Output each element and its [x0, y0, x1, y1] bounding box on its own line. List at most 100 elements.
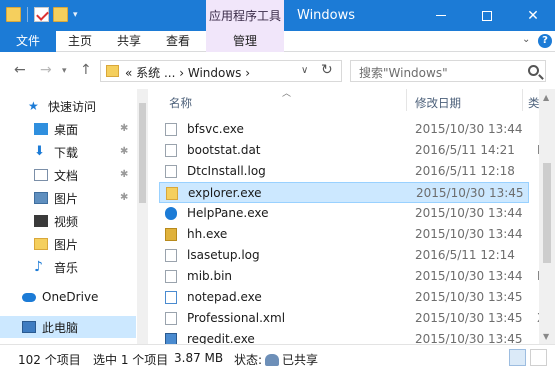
search-icon[interactable] [528, 65, 539, 76]
contextual-tab-title: 应用程序工具 [206, 0, 284, 31]
column-header-name[interactable]: 名称 [169, 95, 192, 111]
table-row[interactable]: notepad.exe 2015/10/30 13:45 [159, 287, 529, 308]
sidebar-item-desktop[interactable]: 桌面 ✱ [0, 118, 136, 140]
sidebar-item-quick-access[interactable]: ★ 快速访问 [0, 95, 136, 117]
sidebar-item-pictures-folder[interactable]: 图片 [0, 233, 136, 255]
up-icon[interactable]: ↑ [80, 62, 92, 78]
file-name: lsasetup.log [187, 248, 260, 262]
table-row[interactable]: HelpPane.exe 2015/10/30 13:44 [159, 203, 529, 224]
address-bar[interactable]: « 系统 ... › Windows › ∨ ↻ [100, 60, 342, 82]
share-status-value: 已共享 [282, 353, 319, 367]
sidebar-item-label: 音乐 [54, 260, 79, 275]
pin-icon[interactable]: ✱ [120, 123, 128, 134]
scroll-down-icon[interactable]: ▼ [543, 332, 549, 341]
scroll-up-icon[interactable]: ▲ [543, 93, 549, 102]
file-list-scrollbar[interactable]: ▲ ▼ [539, 89, 555, 344]
minimize-button[interactable] [418, 0, 464, 31]
sidebar-item-label: OneDrive [42, 290, 99, 304]
column-header-date[interactable]: 修改日期 [415, 95, 461, 111]
table-row[interactable]: hh.exe 2015/10/30 13:44 [159, 224, 529, 245]
help-viewer-icon [165, 228, 177, 241]
tab-share[interactable]: 共享 [109, 31, 149, 52]
search-input[interactable]: 搜索"Windows" [359, 64, 448, 81]
ribbon-expand-icon[interactable]: ⌄ [522, 34, 530, 45]
file-name: regedit.exe [187, 332, 255, 344]
column-header-type[interactable]: 类 [528, 95, 540, 111]
table-row[interactable]: explorer.exe 2015/10/30 13:45 [159, 182, 529, 203]
sidebar-item-documents[interactable]: 文档 ✱ [0, 164, 136, 186]
table-row[interactable]: bootstat.dat 2016/5/11 14:21 D [159, 140, 546, 161]
video-icon [34, 215, 48, 227]
file-icon [165, 270, 177, 283]
sidebar-item-label: 桌面 [54, 122, 79, 137]
file-icon [165, 144, 177, 157]
tab-file[interactable]: 文件 [0, 31, 56, 52]
minimize-icon [436, 15, 446, 16]
tab-view[interactable]: 查看 [158, 31, 198, 52]
chevron-down-icon[interactable]: ∨ [301, 65, 308, 76]
sidebar-item-label: 视频 [54, 214, 79, 229]
tab-home[interactable]: 主页 [60, 31, 100, 52]
table-row[interactable]: regedit.exe 2015/10/30 13:45 [159, 329, 529, 344]
navigation-bar: ← → ▾ ↑ « 系统 ... › Windows › ∨ ↻ 搜索"Wind… [0, 52, 555, 89]
new-folder-icon[interactable] [53, 7, 68, 22]
sidebar-item-label: 图片 [54, 237, 79, 252]
help-icon [165, 207, 177, 220]
pin-icon[interactable]: ✱ [120, 146, 128, 157]
sidebar-item-downloads[interactable]: ⬇ 下载 ✱ [0, 141, 136, 163]
close-icon: ✕ [527, 7, 539, 24]
table-row[interactable]: mib.bin 2015/10/30 13:44 B [159, 266, 545, 287]
back-icon[interactable]: ← [14, 62, 26, 78]
sidebar-item-videos[interactable]: 视频 [0, 210, 136, 232]
tab-manage[interactable]: 管理 [206, 31, 284, 52]
sidebar-item-pictures[interactable]: 图片 ✱ [0, 187, 136, 209]
sidebar-item-onedrive[interactable]: OneDrive [0, 286, 136, 308]
navigation-pane: ★ 快速访问 桌面 ✱ ⬇ 下载 ✱ 文档 ✱ 图片 ✱ 视频 图片 ♪ 音乐 … [0, 89, 148, 344]
table-row[interactable]: Professional.xml 2015/10/30 13:45 X [159, 308, 545, 329]
breadcrumb[interactable]: « 系统 ... › Windows › [125, 64, 250, 81]
sidebar-item-label: 此电脑 [42, 320, 79, 335]
column-divider[interactable] [522, 89, 523, 111]
item-count: 102 个项目 [18, 353, 81, 367]
table-row[interactable]: bfsvc.exe 2015/10/30 13:44 [159, 119, 529, 140]
recent-locations-icon[interactable]: ▾ [62, 66, 67, 76]
column-divider[interactable] [406, 89, 407, 111]
pin-icon[interactable]: ✱ [120, 169, 128, 180]
file-date: 2015/10/30 13:45 [415, 290, 523, 304]
refresh-icon[interactable]: ↻ [321, 62, 333, 78]
folder-icon[interactable] [6, 7, 21, 22]
selected-size: 3.87 MB [174, 351, 224, 365]
file-date: 2015/10/30 13:44 [415, 206, 523, 220]
search-box[interactable]: 搜索"Windows" [350, 60, 546, 82]
title-bar: ▾ 应用程序工具 Windows ✕ [0, 0, 555, 31]
maximize-button[interactable] [464, 0, 510, 31]
details-view-button[interactable] [509, 349, 526, 366]
share-status: 状态: 已共享 [234, 351, 318, 368]
file-name: bfsvc.exe [187, 122, 244, 136]
scrollbar-thumb[interactable] [139, 103, 146, 203]
forward-icon[interactable]: → [40, 62, 52, 78]
share-status-label: 状态: [234, 353, 263, 367]
status-bar: 102 个项目 选中 1 个项目 3.87 MB 状态: 已共享 [0, 344, 555, 371]
sidebar-item-music[interactable]: ♪ 音乐 [0, 256, 136, 278]
help-icon[interactable]: ? [538, 34, 552, 48]
sidebar-item-this-pc[interactable]: 此电脑 [0, 316, 136, 338]
sidebar-item-label: 图片 [54, 191, 79, 206]
chevron-down-icon[interactable]: ▾ [73, 10, 78, 20]
scrollbar-thumb[interactable] [543, 163, 551, 263]
maximize-icon [482, 10, 492, 21]
close-button[interactable]: ✕ [510, 0, 555, 31]
large-icons-view-button[interactable] [530, 349, 547, 366]
properties-icon[interactable] [34, 7, 49, 22]
registry-icon [165, 333, 177, 344]
file-date: 2016/5/11 12:14 [415, 248, 515, 262]
application-icon [165, 123, 177, 136]
table-row[interactable]: lsasetup.log 2016/5/11 12:14 [159, 245, 529, 266]
file-name: DtcInstall.log [187, 164, 266, 178]
file-date: 2015/10/30 13:44 [415, 227, 523, 241]
folder-icon [106, 65, 119, 77]
sidebar-item-label: 快速访问 [48, 99, 97, 114]
table-row[interactable]: DtcInstall.log 2016/5/11 12:18 [159, 161, 529, 182]
pin-icon[interactable]: ✱ [120, 192, 128, 203]
sidebar-scrollbar[interactable] [137, 89, 148, 344]
